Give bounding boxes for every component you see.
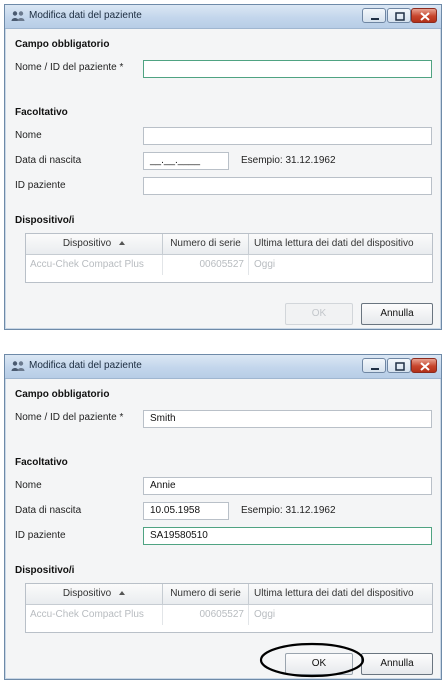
name-id-input[interactable]: Smith: [143, 410, 432, 428]
cell-last-read: Oggi: [248, 255, 434, 275]
devices-table: Dispositivo Numero di serie Ultima lettu…: [25, 583, 433, 633]
column-header-device[interactable]: Dispositivo: [26, 584, 162, 604]
patient-id-input[interactable]: [143, 177, 432, 195]
table-header: Dispositivo Numero di serie Ultima lettu…: [26, 234, 432, 255]
ok-button[interactable]: OK: [285, 303, 353, 325]
table-header: Dispositivo Numero di serie Ultima lettu…: [26, 584, 432, 605]
window-title: Modifica dati del paziente: [29, 360, 142, 371]
patient-id-input[interactable]: SA19580510: [143, 527, 432, 545]
cancel-button[interactable]: Annulla: [361, 653, 433, 675]
users-icon: [11, 11, 25, 21]
cell-serial: 00605527: [162, 255, 248, 275]
close-button[interactable]: [411, 8, 437, 23]
required-section-heading: Campo obbligatorio: [15, 39, 110, 50]
patient-dialog-filled: Modifica dati del paziente Campo obbliga…: [4, 354, 442, 680]
users-icon: [11, 361, 25, 371]
first-name-label: Nome: [15, 130, 42, 141]
close-icon: [420, 12, 430, 21]
column-header-last-read[interactable]: Ultima lettura dei dati del dispositivo: [248, 234, 434, 254]
maximize-button[interactable]: [387, 358, 411, 373]
cell-device: Accu-Chek Compact Plus: [30, 259, 144, 270]
ok-button[interactable]: OK: [285, 653, 353, 675]
cell-device: Accu-Chek Compact Plus: [30, 609, 144, 620]
column-header-last-read[interactable]: Ultima lettura dei dati del dispositivo: [248, 584, 434, 604]
optional-section-heading: Facoltativo: [15, 107, 68, 118]
maximize-icon: [395, 12, 405, 21]
name-id-input[interactable]: [143, 60, 432, 78]
close-icon: [420, 362, 430, 371]
minimize-button[interactable]: [362, 358, 386, 373]
optional-section-heading: Facoltativo: [15, 457, 68, 468]
cell-last-read: Oggi: [248, 605, 434, 625]
patient-id-label: ID paziente: [15, 530, 66, 541]
name-id-label: Nome / ID del paziente *: [15, 412, 124, 423]
dob-example-hint: Esempio: 31.12.1962: [241, 155, 336, 166]
dob-input[interactable]: 10.05.1958: [143, 502, 229, 520]
title-bar: Modifica dati del paziente: [5, 355, 441, 379]
cancel-button[interactable]: Annulla: [361, 303, 433, 325]
first-name-input[interactable]: Annie: [143, 477, 432, 495]
cell-serial: 00605527: [162, 605, 248, 625]
devices-section-heading: Dispositivo/i: [15, 215, 75, 226]
devices-section-heading: Dispositivo/i: [15, 565, 75, 576]
title-bar: Modifica dati del paziente: [5, 5, 441, 29]
patient-id-label: ID paziente: [15, 180, 66, 191]
first-name-input[interactable]: [143, 127, 432, 145]
window-title: Modifica dati del paziente: [29, 10, 142, 21]
column-header-device[interactable]: Dispositivo: [26, 234, 162, 254]
sort-ascending-icon: [119, 241, 126, 245]
minimize-icon: [371, 18, 379, 20]
dob-example-hint: Esempio: 31.12.1962: [241, 505, 336, 516]
required-section-heading: Campo obbligatorio: [15, 389, 110, 400]
dob-input[interactable]: __.__.____: [143, 152, 229, 170]
sort-ascending-icon: [119, 591, 126, 595]
patient-dialog-empty: Modifica dati del paziente Campo obbliga…: [4, 4, 442, 330]
minimize-icon: [371, 368, 379, 370]
name-id-label: Nome / ID del paziente *: [15, 62, 124, 73]
devices-table: Dispositivo Numero di serie Ultima lettu…: [25, 233, 433, 283]
dob-label: Data di nascita: [15, 155, 82, 166]
maximize-button[interactable]: [387, 8, 411, 23]
minimize-button[interactable]: [362, 8, 386, 23]
maximize-icon: [395, 362, 405, 371]
close-button[interactable]: [411, 358, 437, 373]
column-header-serial[interactable]: Numero di serie: [162, 234, 248, 254]
dob-label: Data di nascita: [15, 505, 82, 516]
column-header-serial[interactable]: Numero di serie: [162, 584, 248, 604]
first-name-label: Nome: [15, 480, 42, 491]
